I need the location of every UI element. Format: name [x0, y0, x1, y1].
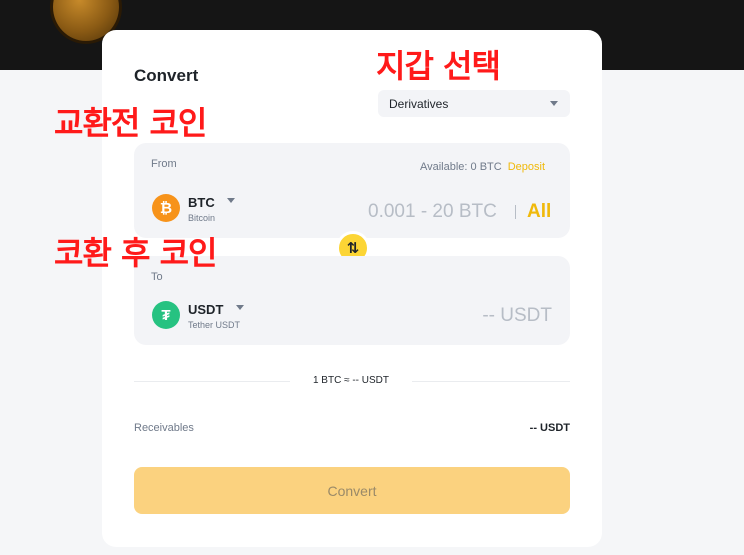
to-coin-name: Tether USDT [188, 320, 241, 330]
wallet-select[interactable]: Derivatives [378, 90, 570, 117]
from-coin-symbol[interactable]: BTC [188, 195, 215, 210]
receivables-label: Receivables [134, 422, 194, 434]
max-all-button[interactable]: All [527, 201, 551, 223]
to-coin-dropdown-icon[interactable] [236, 305, 244, 310]
to-amount-output: -- USDT [482, 305, 552, 326]
available-text: Available: 0 BTC [419, 161, 502, 173]
annotation-wallet-select: 지갑 선택 [376, 47, 501, 85]
to-coin-symbol[interactable]: USDT [188, 302, 223, 317]
from-coin-name: Bitcoin [188, 213, 216, 223]
annotation-from-coin: 교환전 코인 [54, 104, 207, 142]
rate-divider-left [134, 381, 290, 382]
rate-divider-right [412, 381, 570, 382]
convert-button[interactable]: Convert [134, 467, 570, 514]
from-coin-dropdown-icon[interactable] [227, 198, 235, 203]
wallet-select-value: Derivatives [389, 97, 449, 111]
deposit-link[interactable]: Deposit [508, 161, 545, 173]
available-balance: Available: 0 BTC Deposit [420, 161, 545, 173]
page-title: Convert [134, 66, 199, 85]
exchange-rate: 1 BTC ≈ -- USDT [312, 375, 390, 386]
receivables-value: -- USDT [529, 422, 570, 434]
annotation-to-coin: 코환 후 코인 [54, 234, 217, 272]
from-amount-input[interactable]: 0.001 - 20 BTC [368, 201, 497, 223]
usdt-icon: ₮ [152, 301, 180, 329]
from-panel: From Available: 0 BTC Deposit ₿ BTC Bitco… [134, 143, 570, 238]
divider [515, 205, 516, 219]
btc-icon: ₿ [152, 194, 180, 222]
chevron-down-icon [550, 101, 558, 106]
from-label: From [151, 158, 177, 170]
